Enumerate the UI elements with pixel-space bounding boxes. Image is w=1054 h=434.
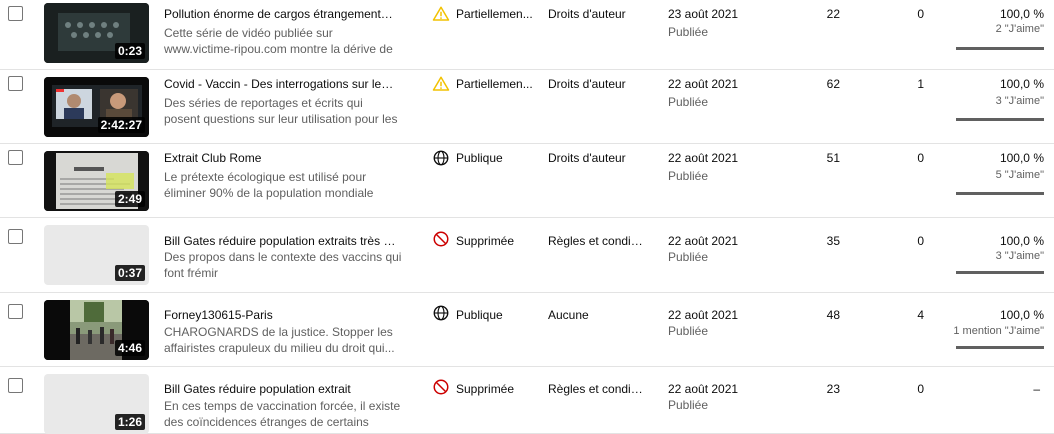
- publish-status: Publiée: [668, 398, 709, 412]
- publish-status: Publiée: [668, 250, 709, 264]
- visibility-label[interactable]: Partiellemen...: [456, 77, 534, 91]
- video-thumbnail[interactable]: 1:26: [44, 374, 149, 434]
- video-thumbnail[interactable]: 4:46: [44, 300, 149, 360]
- publish-status: Publiée: [668, 95, 709, 109]
- restriction-label[interactable]: Droits d'auteur: [548, 7, 644, 21]
- visibility-label[interactable]: Supprimée: [456, 382, 534, 396]
- publish-date: 22 août 2021: [668, 151, 739, 165]
- like-ratio-bar: [956, 271, 1044, 274]
- view-count: 35: [826, 234, 840, 248]
- video-description: Des séries de reportages et écrits qui p…: [164, 96, 398, 126]
- like-count: 1 mention "J'aime": [953, 325, 1044, 337]
- publish-status: Publiée: [668, 169, 709, 183]
- publish-date: 22 août 2021: [668, 77, 739, 91]
- video-duration: 0:37: [114, 265, 145, 281]
- row-checkbox[interactable]: [8, 378, 23, 393]
- view-count: 51: [826, 151, 840, 165]
- video-title[interactable]: Pollution énorme de cargos étrangement o…: [164, 7, 396, 21]
- publish-status: Publiée: [668, 25, 709, 39]
- warning-icon: [432, 76, 450, 91]
- video-description: Cette série de vidéo publiée sur www.vic…: [164, 26, 393, 56]
- restriction-label[interactable]: Règles et conditi...: [548, 382, 644, 396]
- like-percentage: 100,0 %: [999, 77, 1044, 91]
- table-row[interactable]: 2:49 Extrait Club Rome Le prétexte écolo…: [0, 144, 1054, 218]
- video-description: CHAROGNARDS de la justice. Stopper les a…: [164, 325, 395, 355]
- like-count: 5 "J'aime": [995, 169, 1044, 181]
- restriction-label[interactable]: Droits d'auteur: [548, 151, 644, 165]
- video-thumbnail[interactable]: 0:23: [44, 3, 149, 63]
- table-row[interactable]: 2:42:27 Covid - Vaccin - Des interrogati…: [0, 70, 1054, 144]
- visibility-label[interactable]: Partiellemen...: [456, 7, 534, 21]
- view-count: 22: [826, 7, 840, 21]
- video-duration: 1:26: [114, 414, 145, 430]
- video-description: Des propos dans le contexte des vaccins …: [164, 250, 402, 280]
- row-checkbox[interactable]: [8, 304, 23, 319]
- row-checkbox[interactable]: [8, 6, 23, 21]
- restriction-label[interactable]: Aucune: [548, 308, 644, 322]
- comment-count: 0: [917, 382, 924, 396]
- like-ratio-bar: [956, 346, 1044, 349]
- like-count: 3 "J'aime": [995, 250, 1044, 262]
- table-row[interactable]: 1:26 Bill Gates réduire population extra…: [0, 367, 1054, 434]
- comment-count: 0: [917, 234, 924, 248]
- visibility-label[interactable]: Publique: [456, 151, 534, 165]
- restriction-label[interactable]: Règles et conditi...: [548, 234, 644, 248]
- like-percentage: 100,0 %: [999, 234, 1044, 248]
- row-checkbox[interactable]: [8, 229, 23, 244]
- row-checkbox[interactable]: [8, 150, 23, 165]
- warning-icon: [432, 6, 450, 21]
- like-count: 3 "J'aime": [995, 95, 1044, 107]
- like-ratio-bar: [956, 118, 1044, 121]
- view-count: 48: [826, 308, 840, 322]
- video-description: Le prétexte écologique est utilisé pour …: [164, 170, 374, 200]
- video-thumbnail[interactable]: 2:49: [44, 151, 149, 211]
- globe-icon: [433, 305, 449, 321]
- publish-date: 23 août 2021: [668, 7, 739, 21]
- table-row[interactable]: 0:37 Bill Gates réduire population extra…: [0, 218, 1054, 293]
- video-thumbnail[interactable]: 2:42:27: [44, 77, 149, 137]
- removed-icon: [433, 379, 449, 395]
- video-title[interactable]: Covid - Vaccin - Des interrogations sur …: [164, 77, 396, 91]
- publish-date: 22 août 2021: [668, 382, 739, 396]
- restriction-label[interactable]: Droits d'auteur: [548, 77, 644, 91]
- visibility-label[interactable]: Publique: [456, 308, 534, 322]
- comment-count: 0: [917, 151, 924, 165]
- video-duration: 2:49: [114, 191, 145, 207]
- video-duration: 0:23: [114, 43, 145, 59]
- visibility-label[interactable]: Supprimée: [456, 234, 534, 248]
- view-count: 62: [826, 77, 840, 91]
- like-ratio-bar: [956, 192, 1044, 195]
- like-percentage: –: [1033, 382, 1040, 396]
- like-percentage: 100,0 %: [999, 7, 1044, 21]
- comment-count: 1: [917, 77, 924, 91]
- video-thumbnail[interactable]: 0:37: [44, 225, 149, 285]
- removed-icon: [433, 231, 449, 247]
- publish-status: Publiée: [668, 324, 709, 338]
- comment-count: 0: [917, 7, 924, 21]
- row-checkbox[interactable]: [8, 76, 23, 91]
- video-duration: 2:42:27: [97, 117, 145, 133]
- comment-count: 4: [917, 308, 924, 322]
- table-row[interactable]: 4:46 Forney130615-Paris CHAROGNARDS de l…: [0, 293, 1054, 367]
- like-percentage: 100,0 %: [999, 151, 1044, 165]
- like-percentage: 100,0 %: [999, 308, 1044, 322]
- video-table: 0:23 Pollution énorme de cargos étrangem…: [0, 0, 1054, 434]
- table-row[interactable]: 0:23 Pollution énorme de cargos étrangem…: [0, 0, 1054, 70]
- globe-icon: [433, 150, 449, 166]
- view-count: 23: [826, 382, 840, 396]
- video-title[interactable]: Bill Gates réduire population extraits t…: [164, 234, 396, 248]
- like-count: 2 "J'aime": [995, 23, 1044, 35]
- video-description: En ces temps de vaccination forcée, il e…: [164, 399, 401, 429]
- video-title[interactable]: Forney130615-Paris: [164, 308, 396, 322]
- video-duration: 4:46: [114, 340, 145, 356]
- video-title[interactable]: Bill Gates réduire population extrait: [164, 382, 396, 396]
- publish-date: 22 août 2021: [668, 234, 739, 248]
- video-title[interactable]: Extrait Club Rome: [164, 151, 396, 165]
- like-ratio-bar: [956, 47, 1044, 50]
- publish-date: 22 août 2021: [668, 308, 739, 322]
